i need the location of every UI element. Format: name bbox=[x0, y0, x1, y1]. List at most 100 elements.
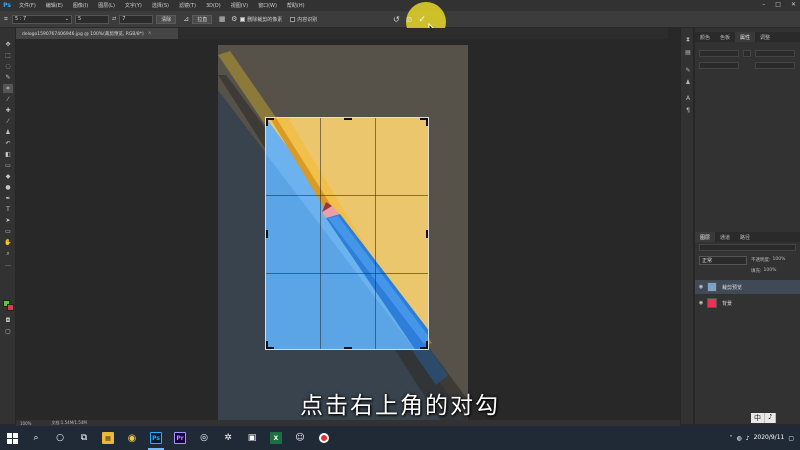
tab-properties[interactable]: 属性 bbox=[735, 32, 756, 42]
brush-tool-icon[interactable]: ⁄ bbox=[3, 117, 13, 126]
menu-image[interactable]: 图像(I) bbox=[68, 2, 93, 9]
photoshop-taskbar-icon[interactable]: Ps bbox=[144, 426, 168, 450]
history-panel-icon[interactable]: ⧗ bbox=[684, 36, 692, 44]
tab-color[interactable]: 颜色 bbox=[695, 32, 715, 42]
menu-layer[interactable]: 图层(L) bbox=[93, 2, 120, 9]
crop-tool-icon[interactable]: ⌗ bbox=[3, 84, 13, 93]
crop-handle[interactable] bbox=[266, 230, 268, 238]
ime-indicator[interactable]: 中 ♪ bbox=[751, 413, 777, 423]
move-tool-icon[interactable]: ✥ bbox=[3, 40, 13, 49]
character-panel-icon[interactable]: A bbox=[684, 94, 692, 102]
excel-app-icon[interactable]: X bbox=[264, 426, 288, 450]
tab-paths[interactable]: 路径 bbox=[735, 232, 755, 242]
canvas-area[interactable] bbox=[16, 39, 668, 420]
crop-box[interactable] bbox=[265, 117, 429, 350]
blend-mode-select[interactable]: 正常 bbox=[699, 256, 747, 265]
straighten-button[interactable]: 拉直 bbox=[192, 14, 213, 24]
menu-file[interactable]: 文件(F) bbox=[14, 2, 41, 9]
media-app-icon[interactable]: ◎ bbox=[192, 426, 216, 450]
crop-handle[interactable] bbox=[266, 341, 268, 349]
menu-select[interactable]: 选择(S) bbox=[147, 2, 174, 9]
property-field[interactable] bbox=[755, 62, 795, 69]
menu-window[interactable]: 窗口(W) bbox=[253, 2, 282, 9]
eyedropper-tool-icon[interactable]: ⁄ bbox=[3, 95, 13, 104]
chrome-icon[interactable]: ◉ bbox=[120, 426, 144, 450]
crop-handle[interactable] bbox=[426, 341, 428, 349]
ratio-select[interactable]: 5 : 7 ⌄ bbox=[12, 14, 72, 24]
crop-handle[interactable] bbox=[426, 118, 428, 126]
reset-icon[interactable]: ↺ bbox=[393, 15, 400, 24]
type-tool-icon[interactable]: T bbox=[3, 205, 13, 214]
qq-app-icon[interactable]: ☺ bbox=[288, 426, 312, 450]
delete-cropped-checkbox[interactable]: 删除裁剪的像素 bbox=[240, 16, 282, 23]
more-tools-icon[interactable]: … bbox=[3, 260, 13, 269]
menu-type[interactable]: 文字(Y) bbox=[120, 2, 147, 9]
property-field[interactable] bbox=[699, 50, 739, 57]
quick-select-tool-icon[interactable]: ✎ bbox=[3, 73, 13, 82]
premiere-taskbar-icon[interactable]: Pr bbox=[168, 426, 192, 450]
property-field[interactable] bbox=[755, 50, 795, 57]
rectangle-tool-icon[interactable]: ▭ bbox=[3, 227, 13, 236]
crop-width-field[interactable]: 5 bbox=[75, 14, 109, 24]
windows-start-icon[interactable] bbox=[0, 426, 24, 450]
layer-filter-field[interactable] bbox=[699, 244, 796, 251]
menu-filter[interactable]: 滤镜(T) bbox=[174, 2, 201, 9]
volume-icon[interactable]: ♪ bbox=[746, 435, 750, 442]
crop-height-field[interactable]: 7 bbox=[119, 14, 154, 24]
blur-tool-icon[interactable]: ◆ bbox=[3, 172, 13, 181]
straighten-icon[interactable]: ⊿ bbox=[180, 13, 192, 25]
background-color-swatch[interactable] bbox=[7, 304, 14, 311]
tab-adjustments[interactable]: 调整 bbox=[755, 32, 775, 42]
path-select-tool-icon[interactable]: ➤ bbox=[3, 216, 13, 225]
crop-handle[interactable] bbox=[266, 118, 268, 126]
file-explorer-icon[interactable]: ▦ bbox=[96, 426, 120, 450]
record-app-icon[interactable] bbox=[312, 426, 336, 450]
network-icon[interactable]: ◍ bbox=[736, 435, 741, 442]
layer-row[interactable]: ◉ 裁剪预览 bbox=[695, 280, 800, 294]
close-window-icon[interactable]: ✕ bbox=[791, 1, 796, 8]
pen-tool-icon[interactable]: ✒ bbox=[3, 194, 13, 203]
window-app-icon[interactable]: ▣ bbox=[240, 426, 264, 450]
overlay-grid-icon[interactable]: ▦ bbox=[216, 13, 228, 25]
eraser-tool-icon[interactable]: ◧ bbox=[3, 150, 13, 159]
tab-layers[interactable]: 图层 bbox=[695, 232, 716, 242]
tab-channels[interactable]: 通道 bbox=[715, 232, 735, 242]
document-tab[interactable]: delogo1590767406946.jpg @ 100%(裁剪预览, RGB… bbox=[16, 28, 178, 39]
eye-icon[interactable]: ◉ bbox=[695, 300, 707, 306]
commit-check-icon[interactable]: ✓ bbox=[418, 15, 426, 25]
task-view-icon[interactable]: ⧉ bbox=[72, 426, 96, 450]
property-link-icon[interactable] bbox=[743, 50, 751, 57]
maximize-icon[interactable]: □ bbox=[775, 1, 781, 8]
swap-icon[interactable]: ⇄ bbox=[112, 16, 116, 22]
cancel-icon[interactable]: ⊘ bbox=[406, 15, 413, 24]
gear-icon[interactable]: ⚙ bbox=[228, 13, 240, 25]
clear-button[interactable]: 清除 bbox=[156, 14, 177, 24]
minimize-icon[interactable]: – bbox=[762, 1, 765, 8]
crop-handle[interactable] bbox=[344, 347, 352, 349]
clock[interactable]: 2020/9/11 bbox=[754, 434, 785, 442]
opacity-control[interactable]: 不透明度: 100% bbox=[751, 257, 785, 263]
swatches-panel-icon[interactable]: ▤ bbox=[684, 48, 692, 56]
cortana-icon[interactable]: ○ bbox=[48, 426, 72, 450]
crop-handle[interactable] bbox=[344, 118, 352, 120]
property-field[interactable] bbox=[699, 62, 739, 69]
content-aware-checkbox[interactable]: 内容识别 bbox=[290, 16, 317, 23]
close-icon[interactable]: × bbox=[148, 31, 152, 36]
healing-tool-icon[interactable]: ✚ bbox=[3, 106, 13, 115]
history-brush-tool-icon[interactable]: ↶ bbox=[3, 139, 13, 148]
dodge-tool-icon[interactable]: ● bbox=[3, 183, 13, 192]
eye-icon[interactable]: ◉ bbox=[695, 284, 707, 290]
tray-chevron-icon[interactable]: ˄ bbox=[729, 435, 732, 442]
menu-help[interactable]: 帮助(H) bbox=[282, 2, 310, 9]
layer-row[interactable]: ◉ 背景 bbox=[695, 296, 800, 310]
zoom-tool-icon[interactable]: ⌕ bbox=[3, 249, 13, 258]
menu-3d[interactable]: 3D(D) bbox=[201, 3, 226, 9]
paragraph-panel-icon[interactable]: ¶ bbox=[684, 106, 692, 114]
marquee-tool-icon[interactable]: ⬚ bbox=[3, 51, 13, 60]
notification-icon[interactable]: ▢ bbox=[788, 435, 794, 442]
menu-view[interactable]: 视图(V) bbox=[226, 2, 253, 9]
crop-tool-icon[interactable]: ⌗ bbox=[0, 13, 12, 25]
clone-panel-icon[interactable]: ♟ bbox=[684, 78, 692, 86]
lasso-tool-icon[interactable]: ◌ bbox=[3, 62, 13, 71]
crop-handle[interactable] bbox=[426, 230, 428, 238]
